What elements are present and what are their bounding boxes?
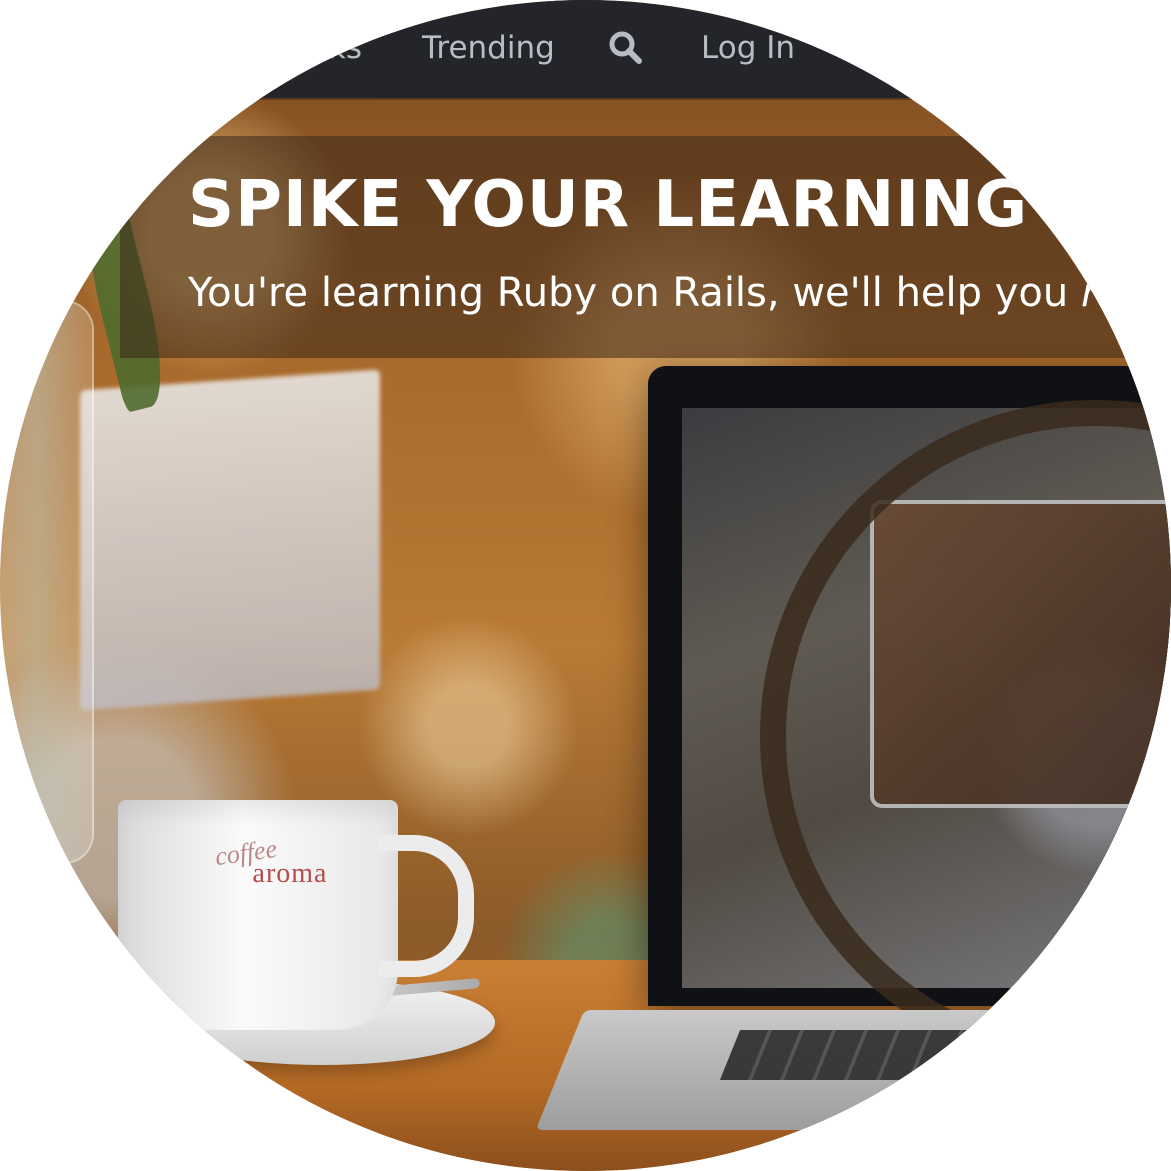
cup-handle [378,835,474,977]
hero-title: SPIKE YOUR LEARNING [188,168,1029,242]
nav-item-partial[interactable]: ks [300,28,362,68]
laptop-keyboard [719,1030,1161,1080]
nav-item-trending[interactable]: Trending [422,28,555,68]
hero-subtitle: You're learning Ruby on Rails, we'll hel… [188,270,1171,316]
search-icon[interactable] [608,30,644,66]
top-nav: ks Trending Log In [0,0,1171,98]
coffee-cup [118,800,398,1030]
hero-subtitle-main: You're learning Ruby on Rails, we'll hel… [188,270,1081,316]
nav-item-login[interactable]: Log In [701,28,795,68]
glass-vase [0,300,94,864]
cup-brand: aroma [252,858,328,889]
background-papers [80,369,380,711]
hero-subtitle-emphasis: re [1080,270,1123,316]
hero-viewport: coffee aroma SPIKE YOUR LEARNING You're … [0,0,1171,1171]
